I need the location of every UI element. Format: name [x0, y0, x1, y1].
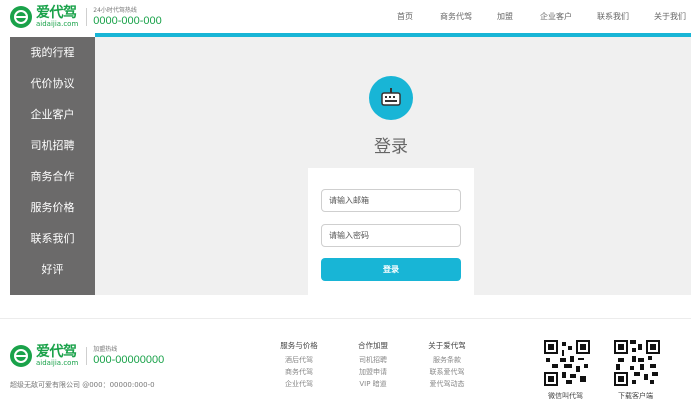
app-download-qr-code-icon	[614, 340, 660, 386]
app-download-qr-label: 下载客户端	[618, 392, 653, 400]
sidebar-item-my-trips[interactable]: 我的行程	[10, 37, 95, 68]
footer-col-title: 关于爱代驾	[428, 341, 466, 350]
sidebar-item-reviews[interactable]: 好评	[10, 254, 95, 285]
footer-link[interactable]: 加盟申请	[338, 366, 408, 378]
footer-col-title: 合作加盟	[358, 341, 388, 350]
footer-link[interactable]: 联系爱代驾	[412, 366, 482, 378]
footer-link[interactable]: 企业代驾	[264, 378, 334, 390]
copyright: 超级无敌可爱有限公司 @000：00000:000-0	[10, 381, 155, 389]
footer-link[interactable]: 酒后代驾	[264, 354, 334, 366]
footer-link[interactable]: 服务条款	[412, 354, 482, 366]
footer-col-title: 服务与价格	[280, 341, 318, 350]
logo-domain: aidaijia.com	[36, 20, 79, 28]
footer-col-service: 服务与价格 酒后代驾 商务代驾 企业代驾	[264, 340, 334, 390]
footer-hotline: 加盟热线 000-00000000	[93, 345, 165, 366]
sidebar-item-pricing[interactable]: 服务价格	[10, 192, 95, 223]
nav-about[interactable]: 关于我们	[654, 11, 686, 22]
login-title: 登录	[374, 137, 408, 157]
site-header: 爱代驾 aidaijia.com 24小时代驾热线 0000-000-000 首…	[0, 0, 691, 33]
hotline-number: 0000-000-000	[93, 14, 162, 27]
footer-logo-name: 爱代驾	[36, 344, 77, 360]
logo-divider	[86, 8, 88, 26]
nav-enterprise[interactable]: 企业客户	[540, 11, 572, 22]
steering-wheel-icon	[10, 345, 32, 367]
logo-name: 爱代驾	[36, 5, 77, 21]
sidebar-item-cooperation[interactable]: 商务合作	[10, 161, 95, 192]
footer-link[interactable]: 司机招聘	[338, 354, 408, 366]
site-logo[interactable]: 爱代驾 aidaijia.com 24小时代驾热线 0000-000-000	[10, 6, 162, 28]
email-input[interactable]	[321, 189, 461, 212]
login-form: 登录	[308, 168, 474, 295]
footer-hotline-number: 000-00000000	[93, 353, 165, 366]
sidebar-item-agreement[interactable]: 代价协议	[10, 68, 95, 99]
footer-col-cooperation: 合作加盟 司机招聘 加盟申请 VIP 暗道	[338, 340, 408, 390]
nav-business-driving[interactable]: 商务代驾	[440, 11, 472, 22]
nav-franchise[interactable]: 加盟	[497, 11, 513, 22]
sidebar-item-contact[interactable]: 联系我们	[10, 223, 95, 254]
footer-logo[interactable]: 爱代驾 aidaijia.com 加盟热线 000-00000000	[10, 345, 164, 367]
sidebar-item-recruit[interactable]: 司机招聘	[10, 130, 95, 161]
hotline-label: 24小时代驾热线	[93, 6, 137, 14]
wechat-qr-code-icon	[544, 340, 590, 386]
footer-col-about: 关于爱代驾 服务条款 联系爱代驾 爱代驾动态	[412, 340, 482, 390]
steering-wheel-icon	[10, 6, 32, 28]
sidebar: 我的行程 代价协议 企业客户 司机招聘 商务合作 服务价格 联系我们 好评	[10, 37, 95, 295]
footer-logo-domain: aidaijia.com	[36, 359, 79, 367]
footer-hotline-label: 加盟热线	[93, 345, 118, 353]
footer-link[interactable]: VIP 暗道	[338, 378, 408, 390]
password-input[interactable]	[321, 224, 461, 247]
login-panel: 登录 登录	[95, 37, 691, 295]
nav-contact[interactable]: 联系我们	[597, 11, 629, 22]
keyboard-icon	[369, 76, 413, 120]
footer-logo-divider	[86, 347, 88, 365]
sidebar-item-enterprise[interactable]: 企业客户	[10, 99, 95, 130]
footer-divider	[0, 318, 691, 319]
hotline: 24小时代驾热线 0000-000-000	[93, 6, 162, 27]
footer-link[interactable]: 爱代驾动态	[412, 378, 482, 390]
footer-link[interactable]: 商务代驾	[264, 366, 334, 378]
login-button[interactable]: 登录	[321, 258, 461, 281]
wechat-qr-label: 微信叫代驾	[548, 392, 583, 400]
nav-home[interactable]: 首页	[397, 11, 413, 22]
